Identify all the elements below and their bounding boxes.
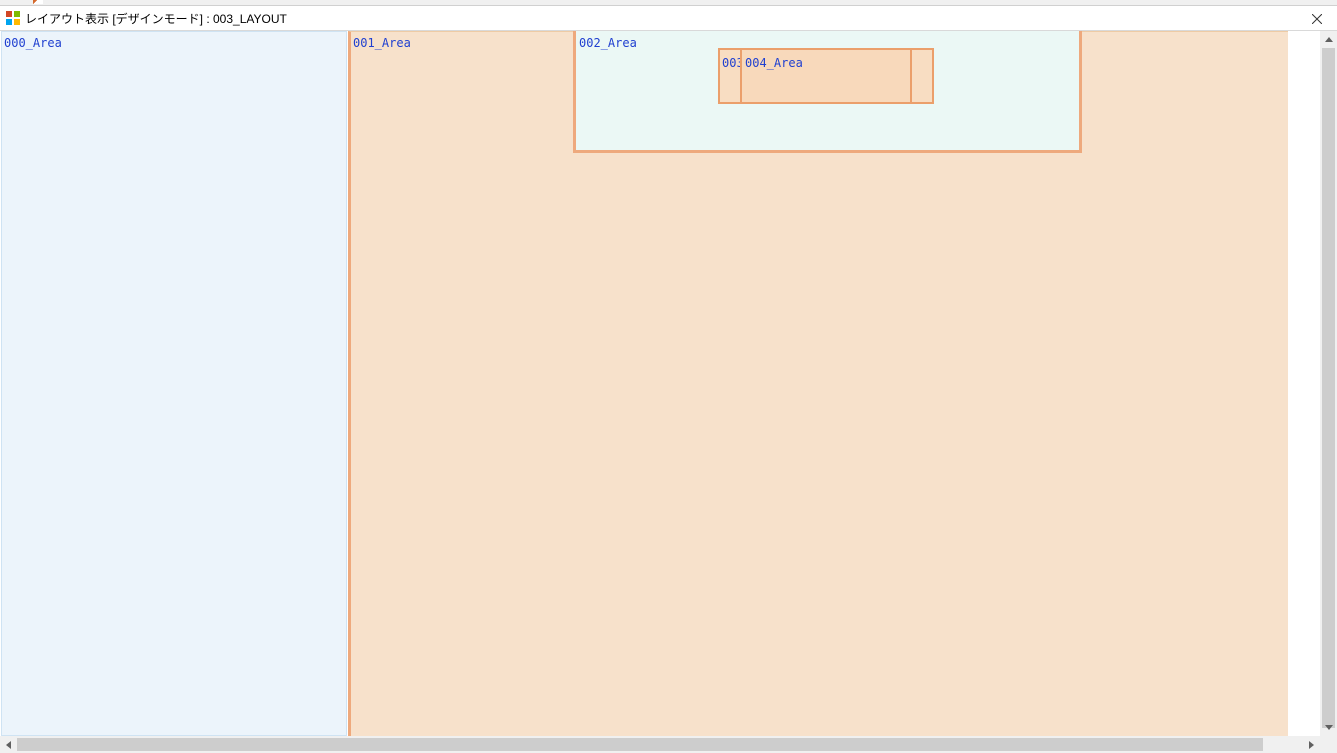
- horizontal-scrollbar[interactable]: [0, 736, 1320, 753]
- area-004-label: 004_Area: [745, 56, 803, 70]
- close-button[interactable]: [1303, 9, 1331, 29]
- horizontal-scroll-thumb[interactable]: [17, 738, 1263, 751]
- vertical-scroll-thumb[interactable]: [1322, 48, 1335, 728]
- horizontal-scroll-track[interactable]: [17, 736, 1303, 753]
- parent-tab-icon: [33, 0, 43, 4]
- scroll-left-button[interactable]: [0, 736, 17, 753]
- chevron-left-icon: [6, 741, 11, 749]
- client-area: 000_Area 001_Area 002_Area 003 004_Area: [0, 31, 1337, 753]
- scroll-up-button[interactable]: [1320, 31, 1337, 48]
- titlebar[interactable]: レイアウト表示 [デザインモード] : 003_LAYOUT: [0, 6, 1337, 31]
- area-001-label: 001_Area: [353, 36, 411, 50]
- vertical-scroll-track[interactable]: [1320, 48, 1337, 719]
- area-002-label: 002_Area: [579, 36, 637, 50]
- scroll-down-button[interactable]: [1320, 719, 1337, 736]
- app-icon: [6, 11, 20, 25]
- size-grip[interactable]: [1320, 736, 1337, 753]
- chevron-up-icon: [1325, 37, 1333, 42]
- area-000-label: 000_Area: [4, 36, 62, 50]
- window-title: レイアウト表示 [デザインモード] : 003_LAYOUT: [25, 10, 287, 27]
- vertical-scrollbar[interactable]: [1320, 31, 1337, 736]
- design-canvas[interactable]: 000_Area 001_Area 002_Area 003 004_Area: [0, 31, 1320, 736]
- close-icon: [1312, 14, 1322, 24]
- area-000[interactable]: [1, 31, 347, 736]
- chevron-down-icon: [1325, 725, 1333, 730]
- scroll-right-button[interactable]: [1303, 736, 1320, 753]
- chevron-right-icon: [1309, 741, 1314, 749]
- area-003-cell-right[interactable]: [910, 50, 932, 102]
- area-003-label: 003: [722, 56, 740, 70]
